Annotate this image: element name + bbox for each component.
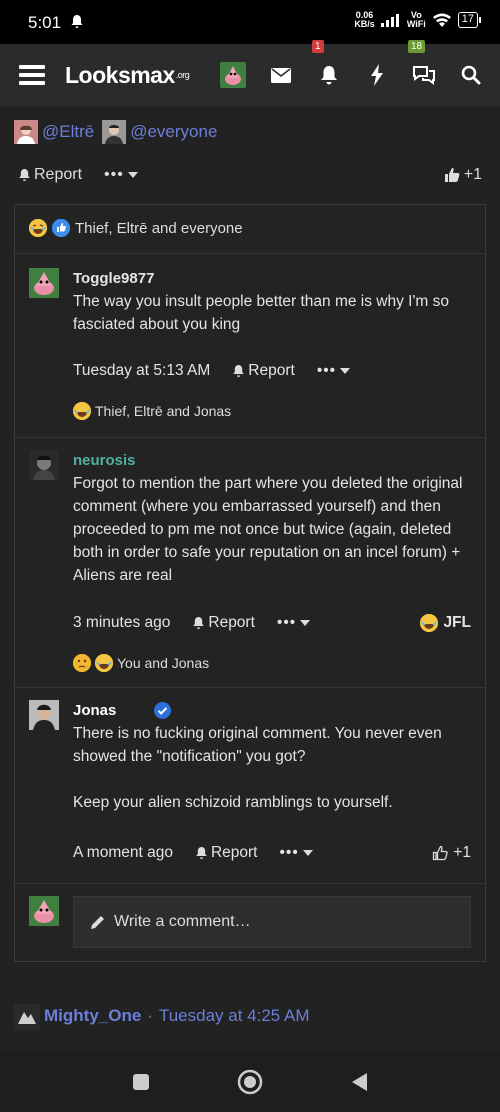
comment-timestamp[interactable]: 3 minutes ago — [73, 614, 170, 632]
caret-down-icon — [302, 850, 313, 856]
more-options-button[interactable]: ••• — [317, 362, 351, 380]
comment-meta: Tuesday at 5:13 AM Report ••• — [73, 362, 471, 380]
comment-text: Forgot to mention the part where you del… — [73, 475, 463, 584]
comment-timestamp[interactable]: Tuesday at 5:13 AM — [73, 362, 210, 380]
signal-icon — [380, 14, 399, 27]
pencil-icon — [91, 916, 104, 929]
more-options-button[interactable]: ••• — [277, 614, 311, 632]
post-author[interactable]: Mighty_One — [44, 1006, 141, 1026]
like-button[interactable]: +1 — [444, 166, 482, 184]
caret-down-icon — [340, 368, 351, 374]
write-comment-input[interactable]: Write a comment… — [73, 896, 471, 948]
status-bar: 5:01 0.06 KB/s Vo WiFi 17 — [0, 0, 500, 44]
menu-icon[interactable] — [18, 44, 46, 106]
avatar[interactable] — [14, 1004, 40, 1030]
post-mentions: @Eltrē @everyone — [14, 120, 217, 144]
comment-meta: A moment ago Report ••• +1 — [73, 844, 471, 862]
site-logo[interactable]: Looksmax .org — [65, 44, 190, 106]
laughing-emoji-icon — [420, 614, 439, 632]
comment: neurosis Forgot to mention the part wher… — [15, 437, 485, 687]
report-button[interactable]: Report — [192, 614, 255, 632]
separator: · — [147, 1006, 153, 1025]
post-date[interactable]: Tuesday at 4:25 AM — [159, 1006, 310, 1026]
search-icon[interactable] — [460, 44, 482, 106]
comment-author[interactable]: neurosis — [73, 452, 136, 469]
comment-timestamp[interactable]: A moment ago — [73, 844, 173, 862]
comment-author[interactable]: Toggle9877 — [73, 270, 154, 287]
thread-content: @Eltrē @everyone Report ••• +1 Thief, El… — [0, 106, 500, 1052]
avatar — [29, 896, 59, 926]
notification-bell-icon — [70, 14, 84, 34]
wifi-icon — [432, 13, 451, 27]
confused-emoji-icon — [73, 654, 91, 672]
laughing-emoji-icon — [73, 402, 91, 420]
comment-author[interactable]: Jonas — [73, 702, 172, 719]
avatar[interactable] — [29, 268, 59, 298]
comment-text: There is no fucking original comment. Yo… — [73, 725, 442, 811]
recents-button[interactable] — [130, 1052, 152, 1112]
user-avatar[interactable] — [220, 44, 246, 106]
network-speed: 0.06 KB/s — [354, 10, 375, 29]
comment-reactions[interactable]: You and Jonas — [73, 654, 209, 672]
status-icons: 0.06 KB/s Vo WiFi 17 — [354, 10, 482, 29]
clock: 5:01 — [28, 13, 62, 32]
thumbs-up-icon — [444, 168, 460, 182]
jfl-reaction-button[interactable]: JFL — [420, 614, 471, 632]
verified-badge-icon — [154, 702, 172, 719]
comment-text: The way you insult people better than me… — [73, 293, 450, 333]
comments-box: Thief, Eltrē and everyone Toggle9877 The… — [14, 204, 486, 962]
bell-icon — [196, 847, 207, 859]
laughing-emoji-icon — [29, 219, 47, 237]
conversations-badge: 18 — [408, 40, 426, 53]
avatar — [102, 120, 127, 144]
caret-down-icon — [127, 172, 138, 178]
report-button[interactable]: Report — [18, 166, 82, 184]
report-button[interactable]: Report — [195, 844, 257, 862]
caret-down-icon — [300, 620, 311, 626]
thumbs-up-outline-icon — [433, 845, 449, 861]
like-emoji-icon — [52, 219, 70, 237]
alerts-badge: 1 — [312, 40, 324, 53]
mention-link[interactable]: @Eltrē — [42, 122, 94, 142]
system-navigation-bar — [0, 1052, 500, 1112]
conversations-icon[interactable]: 18 — [408, 40, 436, 106]
comment-reactions[interactable]: Thief, Eltrē and Jonas — [73, 402, 231, 420]
inbox-icon[interactable] — [270, 44, 292, 106]
avatar — [14, 120, 38, 144]
comment-meta: 3 minutes ago Report ••• JFL — [73, 614, 471, 632]
home-button[interactable] — [236, 1052, 264, 1112]
report-button[interactable]: Report — [232, 362, 295, 380]
bell-icon — [233, 365, 245, 377]
volte-indicator: Vo WiFi — [406, 10, 426, 29]
avatar[interactable] — [29, 700, 59, 730]
battery-icon: 17 — [457, 12, 482, 28]
next-post-header: Mighty_One · Tuesday at 4:25 AM — [14, 1004, 310, 1030]
bell-icon — [193, 617, 205, 629]
whats-new-icon[interactable] — [368, 44, 386, 106]
comment: Jonas There is no fucking original comme… — [15, 687, 485, 883]
site-navbar: Looksmax .org 1 18 — [0, 40, 500, 106]
laughing-emoji-icon — [95, 654, 113, 672]
like-button[interactable]: +1 — [432, 844, 471, 862]
post-actions: Report ••• +1 — [18, 164, 482, 186]
mention-link[interactable]: @everyone — [130, 122, 217, 142]
write-comment-row: Write a comment… — [15, 883, 485, 961]
alerts-icon[interactable]: 1 — [312, 40, 340, 106]
reaction-summary[interactable]: Thief, Eltrē and everyone — [29, 219, 243, 237]
bell-icon — [19, 169, 30, 181]
avatar[interactable] — [29, 450, 59, 480]
back-button[interactable] — [348, 1052, 370, 1112]
more-options-button[interactable]: ••• — [104, 166, 138, 184]
more-options-button[interactable]: ••• — [279, 844, 313, 862]
comment: Toggle9877 The way you insult people bet… — [15, 253, 485, 437]
